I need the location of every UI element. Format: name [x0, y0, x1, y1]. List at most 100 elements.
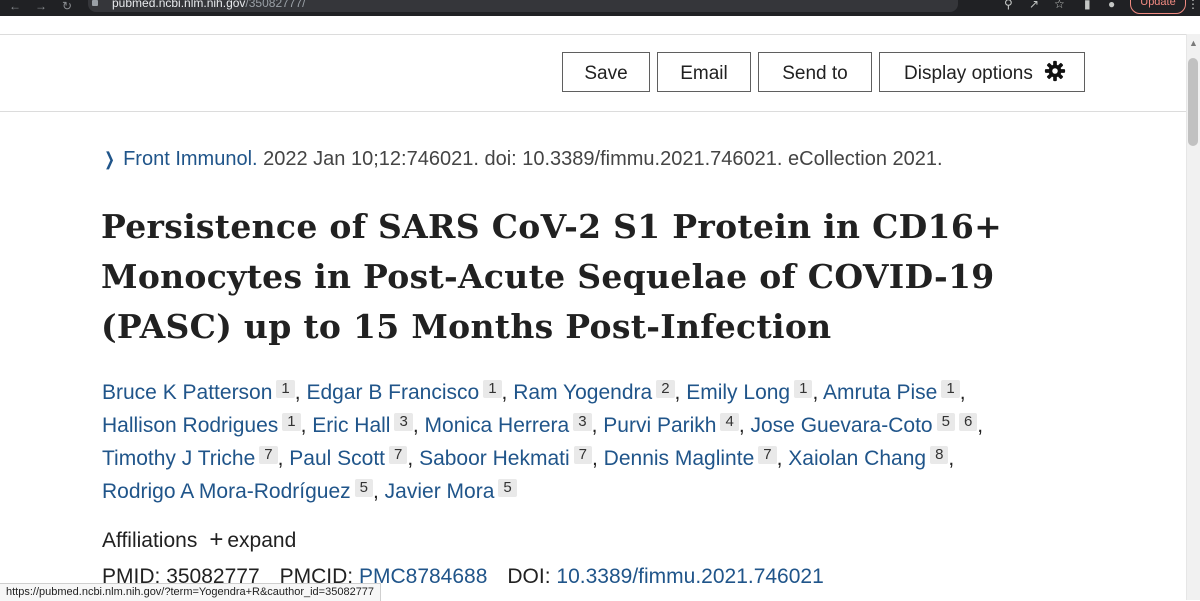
affiliation-badge[interactable]: 1	[794, 380, 813, 398]
author-item: Bruce K Patterson 1,	[102, 380, 301, 404]
bookmark-star-icon[interactable]: ☆	[1054, 0, 1065, 11]
affiliation-badge[interactable]: 5	[936, 413, 955, 431]
author-item: Hallison Rodrigues 1,	[102, 413, 307, 437]
author-link[interactable]: Saboor Hekmati	[419, 447, 570, 470]
expand-link[interactable]: expand	[227, 529, 296, 552]
affiliations-row: Affiliations + expand	[102, 526, 296, 554]
article-title: Persistence of SARS CoV-2 S1 Protein in …	[101, 207, 1003, 346]
affiliation-badge[interactable]: 8	[930, 446, 949, 464]
author-separator: ,	[300, 414, 307, 437]
affiliation-badge[interactable]: 7	[758, 446, 777, 464]
author-item: Emily Long 1,	[686, 380, 819, 404]
affiliation-badge[interactable]: 7	[573, 446, 592, 464]
reload-icon[interactable]: ↻	[60, 0, 74, 16]
affiliation-badge[interactable]: 1	[282, 413, 301, 431]
author-separator: ,	[776, 447, 783, 470]
doi-link[interactable]: 10.3389/fimmu.2021.746021	[556, 565, 823, 588]
author-link[interactable]: Xaiolan Chang	[788, 447, 926, 470]
affiliation-badge[interactable]: 4	[720, 413, 739, 431]
affiliation-badge[interactable]: 6	[958, 413, 978, 431]
affiliations-label: Affiliations	[102, 529, 198, 552]
author-item: Jose Guevara-Coto 5 6,	[751, 413, 984, 437]
affiliation-badge[interactable]: 5	[498, 479, 517, 497]
chevron-right-icon[interactable]: ❯	[104, 149, 115, 170]
author-item: Timothy J Triche 7,	[102, 446, 284, 470]
author-separator: ,	[591, 447, 598, 470]
back-icon[interactable]: ←	[8, 0, 22, 16]
authors-list: Bruce K Patterson 1, Edgar B Francisco 1, …	[102, 376, 1002, 508]
author-separator: ,	[948, 447, 955, 470]
doi-label: DOI:	[507, 565, 551, 588]
affiliation-badge[interactable]: 3	[573, 413, 592, 431]
author-link[interactable]: Edgar B Francisco	[306, 381, 479, 404]
author-separator: ,	[959, 381, 966, 404]
author-item: Eric Hall 3,	[312, 413, 419, 437]
gear-icon	[1044, 60, 1066, 82]
author-link[interactable]: Rodrigo A Mora-Rodríguez	[102, 480, 351, 503]
author-link[interactable]: Amruta Pise	[823, 381, 937, 404]
affiliation-badge[interactable]: 7	[259, 446, 278, 464]
author-separator: ,	[674, 381, 681, 404]
affiliation-badge[interactable]: 1	[276, 380, 295, 398]
author-separator: ,	[372, 480, 379, 503]
author-item: Saboor Hekmati 7,	[419, 446, 598, 470]
affiliation-badge[interactable]: 7	[389, 446, 408, 464]
email-button[interactable]: Email	[657, 52, 751, 92]
url-text: pubmed.ncbi.nlm.nih.gov/35082777/	[112, 0, 305, 10]
zoom-icon[interactable]: ⚲	[1004, 0, 1013, 11]
author-link[interactable]: Ram Yogendra	[513, 381, 652, 404]
url-host: pubmed.ncbi.nlm.nih.gov	[112, 0, 246, 10]
send-to-button[interactable]: Send to	[758, 52, 872, 92]
author-link[interactable]: Emily Long	[686, 381, 790, 404]
side-panel-icon[interactable]: ▮	[1084, 0, 1091, 11]
author-link[interactable]: Dennis Maglinte	[604, 447, 755, 470]
author-separator: ,	[294, 381, 301, 404]
author-separator: ,	[412, 414, 419, 437]
author-link[interactable]: Javier Mora	[385, 480, 495, 503]
author-link[interactable]: Paul Scott	[289, 447, 385, 470]
author-item: Amruta Pise 1,	[823, 380, 966, 404]
author-link[interactable]: Eric Hall	[312, 414, 390, 437]
author-separator: ,	[812, 381, 819, 404]
menu-icon[interactable]: ⋮	[1187, 0, 1199, 11]
author-separator: ,	[501, 381, 508, 404]
author-item: Edgar B Francisco 1,	[306, 380, 508, 404]
author-link[interactable]: Hallison Rodrigues	[102, 414, 278, 437]
journal-link[interactable]: Front Immunol.	[123, 148, 257, 170]
author-item: Monica Herrera 3,	[425, 413, 598, 437]
author-link[interactable]: Jose Guevara-Coto	[751, 414, 933, 437]
author-item: Rodrigo A Mora-Rodríguez 5,	[102, 479, 379, 503]
author-separator: ,	[591, 414, 598, 437]
save-button[interactable]: Save	[562, 52, 650, 92]
citation-details: 2022 Jan 10;12:746021. doi: 10.3389/fimm…	[257, 148, 943, 170]
author-link[interactable]: Timothy J Triche	[102, 447, 255, 470]
forward-icon[interactable]: →	[34, 0, 48, 16]
author-link[interactable]: Monica Herrera	[425, 414, 570, 437]
plus-icon[interactable]: +	[209, 526, 223, 553]
author-link[interactable]: Purvi Parikh	[603, 414, 716, 437]
status-bar-url: https://pubmed.ncbi.nlm.nih.gov/?term=Yo…	[0, 583, 382, 601]
affiliation-badge[interactable]: 1	[941, 380, 960, 398]
lock-icon	[92, 0, 98, 6]
affiliation-badge[interactable]: 3	[394, 413, 413, 431]
share-icon[interactable]: ↗	[1029, 0, 1039, 11]
affiliation-badge[interactable]: 1	[483, 380, 502, 398]
citation-line: ❯ Front Immunol. 2022 Jan 10;12:746021. d…	[102, 148, 943, 171]
update-button[interactable]: Update	[1130, 0, 1186, 14]
author-item: Javier Mora 5	[385, 479, 517, 503]
author-item: Xaiolan Chang 8,	[788, 446, 955, 470]
affiliation-badge[interactable]: 2	[656, 380, 675, 398]
author-item: Purvi Parikh 4,	[603, 413, 745, 437]
author-link[interactable]: Bruce K Patterson	[102, 381, 272, 404]
scrollbar-thumb[interactable]	[1188, 58, 1198, 146]
affiliation-badge[interactable]: 5	[354, 479, 373, 497]
display-options-label: Display options	[904, 63, 1033, 84]
scroll-up-arrow-icon[interactable]: ▲	[1189, 38, 1198, 48]
author-separator: ,	[277, 447, 284, 470]
author-separator: ,	[407, 447, 414, 470]
author-item: Dennis Maglinte 7,	[604, 446, 783, 470]
author-separator: ,	[738, 414, 745, 437]
url-path: /35082777/	[245, 0, 306, 10]
author-separator: ,	[977, 414, 984, 437]
profile-icon[interactable]: ●	[1108, 0, 1115, 11]
